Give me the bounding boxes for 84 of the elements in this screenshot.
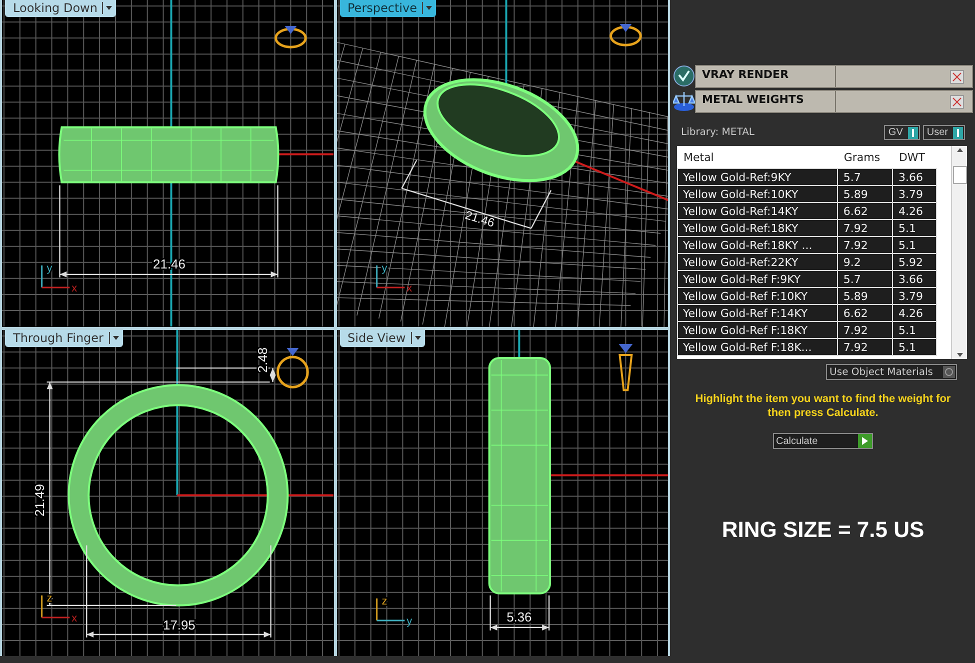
- close-button[interactable]: [950, 94, 964, 108]
- table-cell[interactable]: 5.92: [892, 254, 936, 270]
- ring-icon: [274, 26, 307, 48]
- table-cell[interactable]: Yellow Gold-Ref F:18K...: [678, 338, 838, 356]
- rollout-header[interactable]: METAL WEIGHTS: [695, 90, 973, 113]
- table-cell[interactable]: Yellow Gold-Ref:9KY: [678, 168, 838, 186]
- table-cell[interactable]: 5.1: [892, 236, 936, 254]
- ring-icon: [618, 344, 632, 391]
- table-cell[interactable]: Yellow Gold-Ref F:18KY: [678, 322, 838, 338]
- viewport-tab[interactable]: Side View: [340, 330, 425, 346]
- close-button[interactable]: [950, 70, 964, 84]
- table-cell[interactable]: 5.1: [892, 322, 936, 338]
- axis-tripod-icon: [376, 265, 404, 288]
- table-cell[interactable]: 7.92: [838, 220, 893, 236]
- axis-label: y: [406, 614, 412, 627]
- table-cell[interactable]: 7.92: [838, 322, 893, 338]
- table-cell[interactable]: 9.2: [838, 254, 893, 270]
- table-cell[interactable]: 3.79: [892, 288, 936, 304]
- viewport-tab[interactable]: Looking Down: [5, 0, 116, 17]
- scroll-up-icon[interactable]: [954, 146, 964, 154]
- caret-icon: [102, 2, 114, 14]
- close-icon: [951, 96, 963, 108]
- scale-icon: [673, 90, 695, 112]
- dimension-label: 2.48: [254, 346, 270, 372]
- table-cell[interactable]: Yellow Gold-Ref:14KY: [678, 202, 838, 220]
- caret-icon: [410, 332, 422, 344]
- table-cell[interactable]: 4.26: [892, 202, 936, 220]
- toggle-button[interactable]: User: [922, 125, 965, 140]
- axis-label: x: [406, 282, 412, 294]
- viewport-tab[interactable]: Perspective: [340, 0, 436, 17]
- table-cell[interactable]: 5.1: [892, 220, 936, 236]
- caret-icon: [422, 2, 433, 14]
- axis-label: z: [381, 594, 387, 607]
- ring-icon: [609, 24, 642, 46]
- axis-tripod-icon: [41, 265, 70, 288]
- table-cell[interactable]: 4.26: [892, 304, 936, 322]
- scroll-down-icon[interactable]: [954, 351, 964, 359]
- axis-label: x: [72, 282, 78, 294]
- scroll-thumb[interactable]: [952, 166, 966, 184]
- close-icon: [951, 70, 963, 82]
- table-cell[interactable]: 5.89: [838, 288, 893, 304]
- table-cell[interactable]: 5.1: [892, 338, 936, 356]
- use-object-materials-toggle[interactable]: Use Object Materials: [826, 364, 957, 380]
- table-cell[interactable]: 3.79: [892, 186, 936, 202]
- calculate-button[interactable]: Calculate: [773, 433, 873, 449]
- table-cell[interactable]: Yellow Gold-Ref F:9KY: [678, 270, 838, 288]
- dimension-label: 21.46: [463, 208, 496, 230]
- library-label: Library: METAL: [681, 127, 754, 138]
- ring-icon: [276, 348, 309, 388]
- table-cell[interactable]: 6.62: [838, 202, 893, 220]
- caret-icon: [108, 332, 120, 344]
- table-cell[interactable]: 7.92: [838, 236, 893, 254]
- viewport-tab[interactable]: Through Finger: [5, 330, 122, 346]
- rollout-header[interactable]: VRAY RENDER: [695, 65, 973, 88]
- dimension-line: [489, 594, 550, 630]
- table-cell[interactable]: Yellow Gold-Ref:22KY: [678, 254, 838, 270]
- rollout-title: METAL WEIGHTS: [696, 91, 836, 112]
- table-cell[interactable]: 7.92: [838, 338, 893, 356]
- instruction-text: Highlight the item you want to find the weight for then press Calculate.: [694, 392, 952, 420]
- play-icon: [861, 436, 869, 446]
- table-cell[interactable]: 3.66: [892, 270, 936, 288]
- viewport[interactable]: Side View z y 5.36: [336, 330, 668, 656]
- rollout-title: VRAY RENDER: [696, 66, 836, 87]
- axis-tripod-icon: [376, 598, 404, 621]
- table-cell[interactable]: Yellow Gold-Ref F:10KY: [678, 288, 838, 304]
- scrollbar[interactable]: [951, 146, 967, 359]
- table-cell[interactable]: Yellow Gold-Ref:10KY: [678, 186, 838, 202]
- checkmark-sphere-icon: [673, 65, 695, 87]
- dimension-label: 5.36: [506, 608, 532, 624]
- axis-tripod-icon: [41, 594, 70, 618]
- table-cell[interactable]: 6.62: [838, 304, 893, 322]
- table-cell[interactable]: Yellow Gold-Ref F:14KY: [678, 304, 838, 322]
- axis-label: x: [72, 612, 78, 624]
- table-cell[interactable]: Yellow Gold-Ref:18KY ...: [678, 236, 838, 254]
- ring-size-result: RING SIZE = 7.5 US: [720, 517, 926, 543]
- table-cell[interactable]: Yellow Gold-Ref:18KY: [678, 220, 838, 236]
- table-cell[interactable]: 5.7: [838, 168, 893, 186]
- dimension-label: 17.95: [163, 616, 196, 632]
- toggle-button[interactable]: GV: [884, 125, 920, 140]
- dimension-label: 21.49: [32, 483, 47, 516]
- axis-label: y: [46, 262, 52, 274]
- table-cell[interactable]: 5.89: [838, 186, 893, 202]
- table-cell[interactable]: 5.7: [838, 270, 893, 288]
- table-cell[interactable]: 3.66: [892, 168, 936, 186]
